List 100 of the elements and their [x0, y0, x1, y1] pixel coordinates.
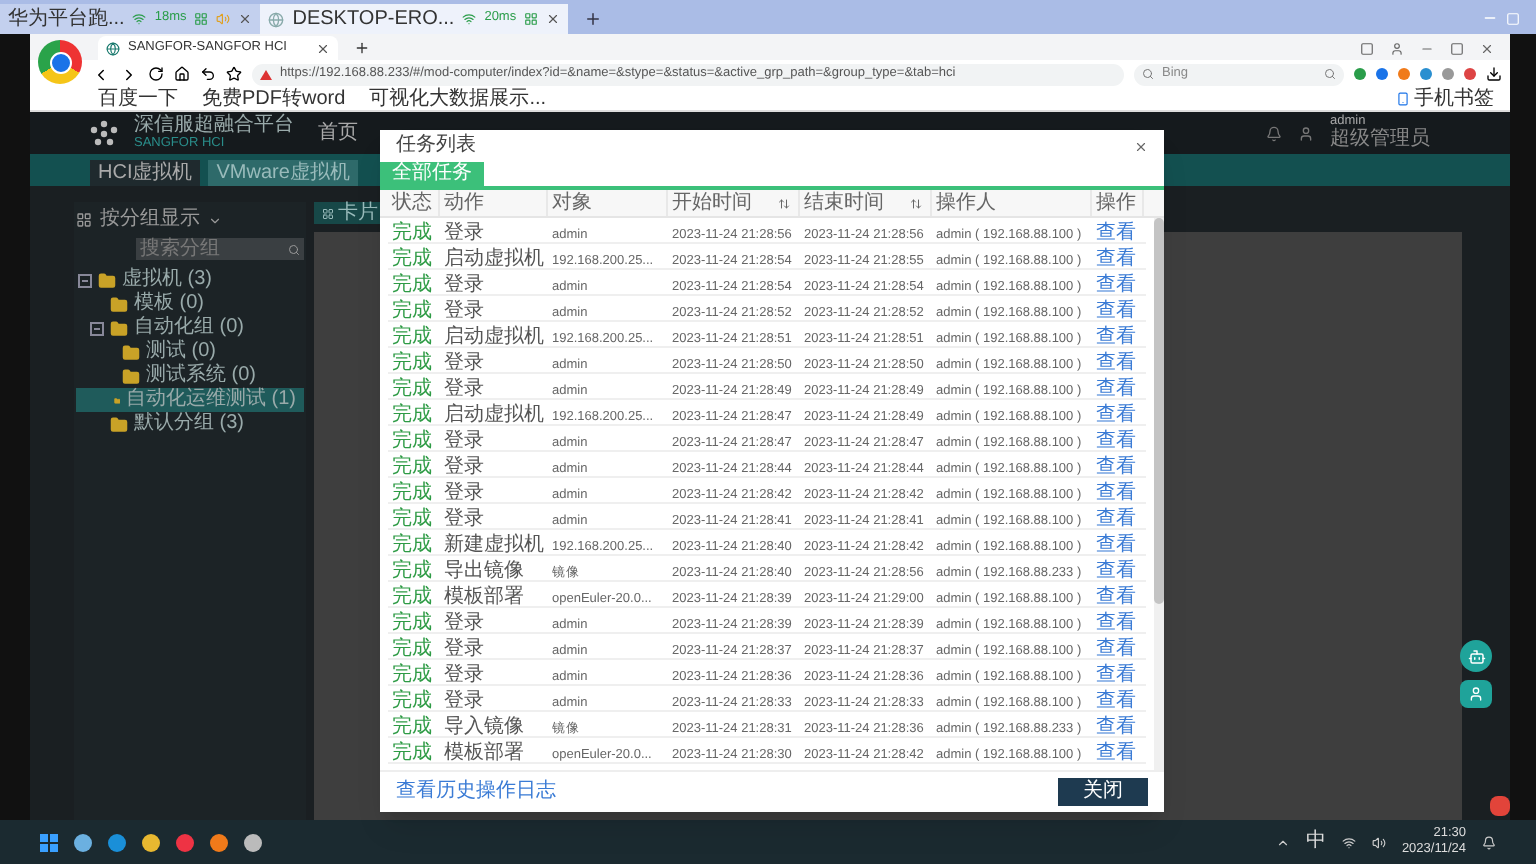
back-icon[interactable] — [92, 65, 110, 83]
screen-icon[interactable] — [524, 12, 539, 26]
view-link[interactable]: 查看 — [1096, 690, 1136, 712]
status-text: 完成 — [392, 534, 432, 556]
bookmark-link[interactable]: 可视化大数据展示... — [369, 89, 547, 109]
grid-icon — [322, 207, 334, 219]
table-cell: 登录 — [444, 430, 484, 452]
table-cell: 启动虚拟机 — [444, 248, 544, 270]
view-link[interactable]: 查看 — [1096, 508, 1136, 530]
status-text: 完成 — [392, 560, 432, 582]
tree-item[interactable]: 模板 (0) — [76, 292, 304, 316]
undo-icon[interactable] — [200, 66, 216, 82]
view-link[interactable]: 查看 — [1096, 326, 1136, 348]
table-cell: 启动虚拟机 — [444, 326, 544, 348]
maximize-icon[interactable] — [1450, 42, 1464, 56]
network-icon[interactable] — [1341, 835, 1356, 849]
column-header[interactable]: 开始时间 — [668, 190, 800, 216]
tree-item[interactable]: 测试系统 (0) — [76, 364, 304, 388]
status-text: 完成 — [392, 326, 432, 348]
new-tab-icon[interactable] — [354, 40, 370, 56]
tab-count-icon[interactable] — [1360, 42, 1374, 56]
app-widget-icon[interactable] — [1490, 796, 1510, 816]
card-view-button[interactable]: 卡片 — [314, 202, 386, 224]
table-cell: 登录 — [444, 456, 484, 478]
tree-item[interactable]: 自动化组 (0) — [76, 316, 304, 340]
bookmark-link[interactable]: 百度一下 — [98, 89, 178, 109]
app-tab[interactable]: VMware虚拟机 — [208, 160, 358, 186]
collapse-icon[interactable] — [78, 273, 92, 287]
bookmark-link[interactable]: 免费PDF转word — [202, 89, 346, 109]
folder-icon — [110, 295, 128, 313]
home-icon[interactable] — [174, 66, 190, 82]
table-cell: 登录 — [444, 482, 484, 504]
view-link[interactable]: 查看 — [1096, 534, 1136, 556]
download-icon[interactable] — [1486, 66, 1502, 82]
folder-icon — [110, 415, 128, 433]
view-link[interactable]: 查看 — [1096, 716, 1136, 738]
tree-item[interactable]: 测试 (0) — [76, 340, 304, 364]
close-icon[interactable] — [238, 12, 253, 26]
column-header[interactable]: 操作人 — [932, 190, 1092, 216]
view-link[interactable]: 查看 — [1096, 274, 1136, 296]
sort-icon[interactable] — [910, 197, 922, 209]
column-header[interactable]: 操作 — [1092, 190, 1144, 216]
bell-icon[interactable] — [1266, 125, 1282, 141]
close-icon[interactable] — [546, 12, 561, 26]
search-icon — [1142, 68, 1154, 80]
new-tab-icon[interactable] — [584, 10, 603, 28]
star-icon[interactable] — [226, 66, 242, 82]
close-icon[interactable] — [316, 41, 330, 55]
view-link[interactable]: 查看 — [1096, 742, 1136, 764]
app-tab[interactable]: HCI虚拟机 — [90, 160, 201, 186]
speaker-icon[interactable] — [1371, 835, 1386, 849]
status-text: 完成 — [392, 222, 432, 244]
tree-item[interactable]: 自动化运维测试 (1) — [76, 388, 304, 412]
view-link[interactable]: 查看 — [1096, 456, 1136, 478]
view-link[interactable]: 查看 — [1096, 352, 1136, 374]
view-link[interactable]: 查看 — [1096, 664, 1136, 686]
windows-icon[interactable] — [40, 833, 58, 851]
view-link[interactable]: 查看 — [1096, 248, 1136, 270]
tree-item[interactable]: 默认分组 (3) — [76, 412, 304, 436]
assistant-widget-icon[interactable] — [1460, 680, 1492, 708]
table-cell: 登录 — [444, 638, 484, 660]
table-cell: 启动虚拟机 — [444, 404, 544, 426]
user-icon[interactable] — [1298, 125, 1314, 141]
table-cell: 导出镜像 — [444, 560, 524, 582]
table-cell: 登录 — [444, 378, 484, 400]
view-link[interactable]: 查看 — [1096, 300, 1136, 322]
view-link[interactable]: 查看 — [1096, 430, 1136, 452]
view-link[interactable]: 查看 — [1096, 560, 1136, 582]
sort-icon[interactable] — [778, 197, 790, 209]
view-link[interactable]: 查看 — [1096, 482, 1136, 504]
view-link[interactable]: 查看 — [1096, 378, 1136, 400]
collapse-icon[interactable] — [90, 321, 104, 335]
column-header[interactable]: 结束时间 — [800, 190, 932, 216]
close-icon[interactable] — [1480, 42, 1494, 56]
nav-link[interactable]: 首页 — [318, 123, 358, 143]
mobile-bookmarks-link[interactable]: 手机书签 — [1396, 89, 1494, 109]
notification-icon[interactable] — [1482, 835, 1496, 849]
close-icon[interactable] — [1134, 139, 1148, 153]
close-button[interactable]: 关闭 — [1058, 778, 1148, 806]
table-cell: 登录 — [444, 508, 484, 530]
history-log-link[interactable]: 查看历史操作日志 — [396, 782, 1058, 802]
user-role: 超级管理员 — [1330, 130, 1430, 151]
view-link[interactable]: 查看 — [1096, 586, 1136, 608]
signal-icon — [132, 12, 147, 26]
status-text: 完成 — [392, 638, 432, 660]
search-icon[interactable] — [1324, 68, 1336, 80]
view-link[interactable]: 查看 — [1096, 612, 1136, 634]
view-link[interactable]: 查看 — [1096, 638, 1136, 660]
group-view-dropdown[interactable]: 按分组显示 — [100, 210, 200, 230]
table-cell: 模板部署 — [444, 586, 524, 608]
column-header[interactable]: 状态 — [388, 190, 440, 216]
forward-icon[interactable] — [120, 65, 138, 83]
tree-item[interactable]: 虚拟机 (3) — [76, 268, 304, 292]
column-header[interactable]: 对象 — [548, 190, 668, 216]
view-link[interactable]: 查看 — [1096, 222, 1136, 244]
input-method-indicator[interactable]: 中 — [1305, 832, 1326, 852]
scrollbar[interactable] — [1154, 218, 1164, 770]
column-header[interactable]: 动作 — [440, 190, 548, 216]
reload-icon[interactable] — [148, 66, 164, 82]
view-link[interactable]: 查看 — [1096, 404, 1136, 426]
